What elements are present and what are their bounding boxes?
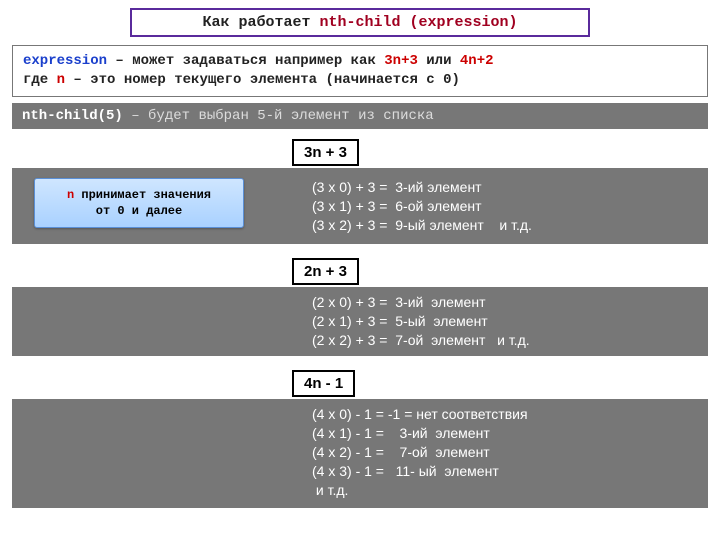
expression-ex1: 3n+3 bbox=[384, 53, 418, 69]
nth-child-5-desc: – будет выбран 5-й элемент из списка bbox=[123, 108, 434, 124]
expression-line2a: где bbox=[23, 72, 57, 88]
calc-block-3n3: n принимает значения от 0 и далее (3 x 0… bbox=[12, 168, 708, 245]
section-3n3: 3n + 3 n принимает значения от 0 и далее… bbox=[12, 139, 708, 245]
calc-block-4n1: (4 x 0) - 1 = -1 = нет соответствия (4 x… bbox=[12, 399, 708, 507]
title-box: Как работает nth-child (expression) bbox=[130, 8, 590, 37]
formula-label-3n3: 3n + 3 bbox=[292, 139, 359, 166]
formula-label-4n1: 4n - 1 bbox=[292, 370, 355, 397]
title-selector: nth-child (expression) bbox=[319, 14, 517, 31]
calc-block-2n3: (2 x 0) + 3 = 3-ий элемент (2 x 1) + 3 =… bbox=[12, 287, 708, 356]
calc-4n1-l3: (4 x 2) - 1 = 7-ой элемент bbox=[312, 443, 698, 462]
title-prefix: Как работает bbox=[202, 14, 319, 31]
nth-child-5-selector: nth-child(5) bbox=[22, 108, 123, 124]
nth-child-5-bar: nth-child(5) – будет выбран 5-й элемент … bbox=[12, 103, 708, 129]
calc-4n1-l2: (4 x 1) - 1 = 3-ий элемент bbox=[312, 424, 698, 443]
expression-ex2: 4n+2 bbox=[460, 53, 494, 69]
calc-2n3-l1: (2 x 0) + 3 = 3-ий элемент bbox=[312, 293, 698, 312]
expression-n: n bbox=[57, 72, 65, 88]
calc-3n3-l3: (3 x 2) + 3 = 9-ый элемент и т.д. bbox=[312, 216, 698, 235]
formula-label-2n3: 2n + 3 bbox=[292, 258, 359, 285]
n-note-line1: принимает значения bbox=[74, 188, 211, 202]
n-note-box: n принимает значения от 0 и далее bbox=[34, 178, 244, 228]
calc-3n3-l2: (3 x 1) + 3 = 6-ой элемент bbox=[312, 197, 698, 216]
expression-definition: expression – может задаваться например к… bbox=[12, 45, 708, 97]
n-note-line2: от 0 и далее bbox=[96, 204, 182, 218]
calc-3n3-l1: (3 x 0) + 3 = 3-ий элемент bbox=[312, 178, 698, 197]
expression-seg2: или bbox=[418, 53, 460, 69]
expression-word: expression bbox=[23, 53, 107, 69]
calc-2n3-l3: (2 x 2) + 3 = 7-ой элемент и т.д. bbox=[312, 331, 698, 350]
expression-seg1: – может задаваться например как bbox=[107, 53, 384, 69]
section-2n3: 2n + 3 (2 x 0) + 3 = 3-ий элемент (2 x 1… bbox=[12, 258, 708, 356]
calc-2n3-l2: (2 x 1) + 3 = 5-ый элемент bbox=[312, 312, 698, 331]
expression-line2b: – это номер текущего элемента (начинаетс… bbox=[65, 72, 460, 88]
section-4n1: 4n - 1 (4 x 0) - 1 = -1 = нет соответств… bbox=[12, 370, 708, 507]
calc-4n1-l5: и т.д. bbox=[312, 481, 698, 500]
calc-4n1-l1: (4 x 0) - 1 = -1 = нет соответствия bbox=[312, 405, 698, 424]
calc-4n1-l4: (4 x 3) - 1 = 11- ый элемент bbox=[312, 462, 698, 481]
